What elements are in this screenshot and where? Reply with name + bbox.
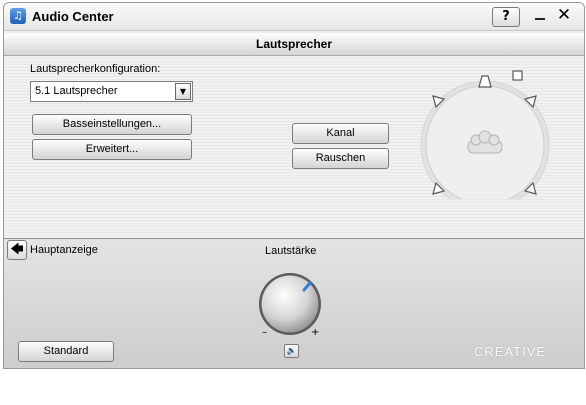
channel-button[interactable]: Kanal: [292, 123, 389, 144]
creative-logo: CREATIVE: [474, 344, 547, 359]
chevron-down-icon[interactable]: ▼: [175, 83, 191, 100]
bass-settings-button[interactable]: Basseinstellungen...: [32, 114, 192, 135]
arrow-left-icon[interactable]: 🡄: [7, 240, 27, 260]
advanced-button[interactable]: Erweitert...: [32, 139, 192, 160]
speaker-config-value: 5.1 Lautsprecher: [35, 85, 118, 97]
speaker-config-label: Lautsprecherkonfiguration:: [30, 63, 161, 75]
title-bar: ♫ Audio Center ? ✕: [4, 3, 584, 31]
center-speaker-icon[interactable]: [478, 75, 492, 88]
standard-button[interactable]: Standard: [18, 341, 114, 362]
close-button[interactable]: ✕: [555, 5, 573, 25]
subwoofer-icon[interactable]: [512, 70, 523, 81]
volume-plus-label: +: [311, 327, 320, 338]
noise-button[interactable]: Rauschen: [292, 148, 389, 169]
speaker-icon[interactable]: 🔈: [284, 344, 299, 358]
volume-minus-label: –: [262, 327, 267, 338]
minimize-button[interactable]: [532, 7, 548, 25]
volume-label: Lautstärke: [265, 245, 317, 257]
main-view-label[interactable]: Hauptanzeige: [30, 244, 98, 256]
speaker-config-select[interactable]: 5.1 Lautsprecher ▼: [30, 81, 193, 102]
music-note-icon: ♫: [10, 8, 26, 24]
speaker-layout-diagram: [420, 70, 550, 199]
window-title: Audio Center: [32, 9, 114, 24]
help-button[interactable]: ?: [492, 7, 520, 27]
section-header: Lautsprecher: [4, 33, 584, 56]
